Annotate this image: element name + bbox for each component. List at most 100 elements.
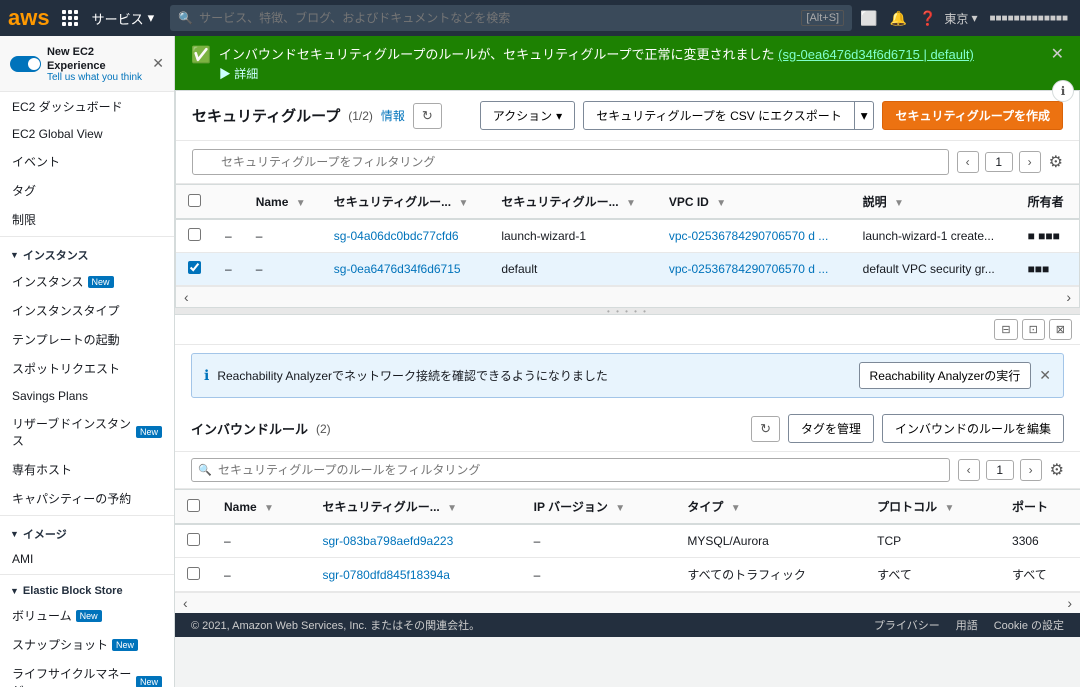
sidebar-item-savings-plans[interactable]: Savings Plans bbox=[0, 383, 174, 409]
sidebar-item-capacity-reservations[interactable]: キャパシティーの予約 bbox=[0, 484, 174, 513]
reachability-run-button[interactable]: Reachability Analyzerの実行 bbox=[859, 362, 1032, 389]
services-button[interactable]: サービス ▾ bbox=[84, 5, 163, 32]
row-checkbox[interactable] bbox=[188, 261, 201, 274]
sidebar-item-instances[interactable]: インスタンス New bbox=[0, 267, 174, 296]
action-chevron-icon: ▾ bbox=[556, 109, 562, 123]
inbound-refresh-button[interactable]: ↻ bbox=[751, 416, 780, 442]
bell-icon[interactable]: 🔔 bbox=[890, 10, 907, 27]
inbound-row-checkbox[interactable] bbox=[187, 567, 200, 580]
inbound-scroll-right-button[interactable]: › bbox=[1059, 595, 1080, 611]
inbound-header-ip-version[interactable]: IP バージョン ▼ bbox=[522, 490, 676, 525]
header-checkbox bbox=[176, 185, 213, 220]
row-dash: – bbox=[213, 253, 244, 286]
inbound-row-checkbox[interactable] bbox=[187, 533, 200, 546]
export-dropdown-button[interactable]: ▾ bbox=[855, 101, 875, 130]
sidebar-item-dashboard[interactable]: EC2 ダッシュボード bbox=[0, 92, 174, 121]
search-pagination-row: 🔍 ‹ 1 › ⚙ bbox=[176, 141, 1079, 184]
success-link[interactable]: (sg-0ea6476d34f6d6715 | default) bbox=[778, 47, 974, 62]
panel-controls: ⊟ ⊡ ⊠ bbox=[175, 315, 1080, 345]
row-sg-name: default bbox=[489, 253, 657, 286]
sidebar-item-tags[interactable]: タグ bbox=[0, 176, 174, 205]
inbound-header-protocol[interactable]: プロトコル ▼ bbox=[865, 490, 1000, 525]
close-icon[interactable]: ✕ bbox=[152, 55, 164, 72]
row-name: – bbox=[244, 253, 322, 286]
header-sg-name[interactable]: セキュリティグルー... ▼ bbox=[322, 185, 490, 220]
create-security-group-button[interactable]: セキュリティグループを作成 bbox=[882, 101, 1063, 130]
info-panel-icon[interactable]: ℹ bbox=[1052, 80, 1074, 102]
sidebar-section-images[interactable]: イメージ bbox=[0, 518, 174, 546]
table-row: – – sg-04a06dc0bdc77cfd6 launch-wizard-1 bbox=[176, 219, 1079, 253]
sidebar-item-spot-requests[interactable]: スポットリクエスト bbox=[0, 354, 174, 383]
search-input[interactable] bbox=[199, 11, 801, 25]
panel-close-button[interactable]: ⊠ bbox=[1049, 319, 1072, 340]
header-name[interactable]: Name ▼ bbox=[244, 185, 322, 220]
inbound-header-sg-id[interactable]: セキュリティグルー... ▼ bbox=[310, 490, 521, 525]
inbound-prev-page-button[interactable]: ‹ bbox=[958, 459, 980, 481]
inbound-rules-search-input[interactable] bbox=[191, 458, 950, 482]
panel-minimize-button[interactable]: ⊟ bbox=[994, 319, 1017, 340]
rule-id-link[interactable]: sgr-0780dfd845f18394a bbox=[322, 568, 449, 582]
close-icon[interactable]: ✕ bbox=[1051, 44, 1064, 64]
footer-cookie-link[interactable]: Cookie の設定 bbox=[994, 617, 1064, 633]
inbound-scroll-left-button[interactable]: ‹ bbox=[175, 595, 196, 611]
aws-logo[interactable]: aws bbox=[8, 5, 50, 31]
panel-expand-button[interactable]: ⊡ bbox=[1022, 319, 1045, 340]
sidebar-item-instance-types[interactable]: インスタンスタイプ bbox=[0, 296, 174, 325]
sidebar-item-dedicated-hosts[interactable]: 専有ホスト bbox=[0, 455, 174, 484]
select-all-checkbox[interactable] bbox=[188, 194, 201, 207]
tags-manage-button[interactable]: タグを管理 bbox=[788, 414, 874, 443]
row-checkbox[interactable] bbox=[188, 228, 201, 241]
vpc-id-link[interactable]: vpc-02536784290706570 d ... bbox=[669, 262, 828, 276]
banner-detail[interactable]: ▶ 詳細 bbox=[219, 65, 974, 82]
settings-icon[interactable]: ⚙ bbox=[1049, 152, 1063, 172]
sidebar-item-reserved-instances[interactable]: リザーブドインスタンス New bbox=[0, 409, 174, 455]
header-owner[interactable]: 所有者 bbox=[1016, 185, 1079, 220]
footer-terms-link[interactable]: 用語 bbox=[956, 617, 978, 633]
tell-us-link[interactable]: Tell us what you think bbox=[47, 72, 152, 83]
sidebar-section-ebs[interactable]: Elastic Block Store bbox=[0, 577, 174, 601]
info-link[interactable]: 情報 bbox=[381, 107, 405, 124]
export-button[interactable]: セキュリティグループを CSV にエクスポート bbox=[583, 101, 855, 130]
sidebar-item-lifecycle-manager[interactable]: ライフサイクルマネージャー New bbox=[0, 659, 174, 687]
row-vpc-id: vpc-02536784290706570 d ... bbox=[657, 219, 851, 253]
sidebar-item-snapshots[interactable]: スナップショット New bbox=[0, 630, 174, 659]
reachability-close-icon[interactable]: ✕ bbox=[1039, 367, 1051, 384]
ec2-toggle-switch[interactable] bbox=[10, 56, 41, 72]
inbound-header-type[interactable]: タイプ ▼ bbox=[675, 490, 865, 525]
success-banner: ✅ インバウンドセキュリティグループのルールが、セキュリティグループで正常に変更… bbox=[175, 36, 1080, 90]
sg-id-link[interactable]: sg-0ea6476d34f6d6715 bbox=[334, 262, 461, 276]
sidebar-item-global-view[interactable]: EC2 Global View bbox=[0, 121, 174, 147]
inbound-header-port[interactable]: ポート bbox=[1000, 490, 1080, 525]
sidebar-item-limits[interactable]: 制限 bbox=[0, 205, 174, 234]
vpc-id-link[interactable]: vpc-02536784290706570 d ... bbox=[669, 229, 828, 243]
scroll-left-button[interactable]: ‹ bbox=[176, 289, 197, 305]
search-bar: 🔍 [Alt+S] bbox=[170, 5, 852, 31]
scroll-right-button[interactable]: › bbox=[1058, 289, 1079, 305]
sidebar-item-launch-templates[interactable]: テンプレートの起動 bbox=[0, 325, 174, 354]
refresh-button[interactable]: ↻ bbox=[413, 103, 442, 129]
sidebar-item-volumes[interactable]: ボリューム New bbox=[0, 601, 174, 630]
sidebar-section-instances[interactable]: インスタンス bbox=[0, 239, 174, 267]
security-groups-search-input[interactable] bbox=[192, 149, 949, 175]
action-button[interactable]: アクション ▾ bbox=[480, 101, 575, 130]
edit-inbound-rules-button[interactable]: インバウンドのルールを編集 bbox=[882, 414, 1064, 443]
sidebar-item-events[interactable]: イベント bbox=[0, 147, 174, 176]
next-page-button[interactable]: › bbox=[1019, 151, 1041, 173]
rule-id-link[interactable]: sgr-083ba798aefd9a223 bbox=[322, 534, 453, 548]
screen-icon[interactable]: ⬜ bbox=[860, 10, 877, 27]
inbound-header-name[interactable]: Name ▼ bbox=[212, 490, 310, 525]
header-description[interactable]: 説明 ▼ bbox=[851, 185, 1016, 220]
inbound-header-checkbox bbox=[175, 490, 212, 525]
footer-privacy-link[interactable]: プライバシー bbox=[874, 617, 940, 633]
inbound-select-all-checkbox[interactable] bbox=[187, 499, 200, 512]
sg-id-link[interactable]: sg-04a06dc0bdc77cfd6 bbox=[334, 229, 459, 243]
region-selector[interactable]: 東京 ▾ bbox=[944, 10, 977, 27]
inbound-next-page-button[interactable]: › bbox=[1020, 459, 1042, 481]
account-item[interactable]: ■■■■■■■■■■■■■ bbox=[985, 11, 1072, 26]
sidebar-item-ami[interactable]: AMI bbox=[0, 546, 174, 572]
header-sg-id[interactable]: セキュリティグルー... ▼ bbox=[489, 185, 657, 220]
inbound-settings-icon[interactable]: ⚙ bbox=[1050, 460, 1064, 480]
header-vpc-id[interactable]: VPC ID ▼ bbox=[657, 185, 851, 220]
help-icon[interactable]: ❓ bbox=[919, 10, 936, 27]
prev-page-button[interactable]: ‹ bbox=[957, 151, 979, 173]
